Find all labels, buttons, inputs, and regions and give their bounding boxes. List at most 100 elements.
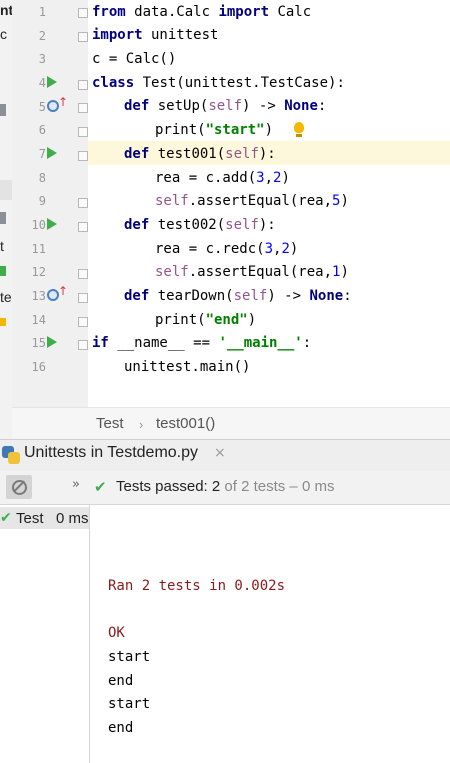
keyword: import bbox=[92, 27, 143, 43]
keyword: def bbox=[124, 146, 150, 162]
line-number: 1 bbox=[38, 5, 46, 19]
code-line-8[interactable]: rea = c.add(3,2) bbox=[155, 168, 290, 188]
keyword: None bbox=[284, 98, 318, 114]
code-text: unittest.main() bbox=[124, 359, 251, 375]
string-literal: "end" bbox=[205, 312, 248, 328]
breadcrumb-item-method[interactable]: test001() bbox=[156, 415, 215, 432]
code-line-13[interactable]: def tearDown(self) -> None: bbox=[124, 286, 352, 306]
number-literal: 3 bbox=[264, 241, 274, 257]
self-param: self bbox=[155, 193, 189, 209]
test-tree-label[interactable]: Test bbox=[16, 510, 44, 527]
fold-marker-icon[interactable] bbox=[78, 32, 88, 42]
code-text: ) bbox=[281, 170, 290, 186]
run-class-icon[interactable] bbox=[47, 76, 57, 88]
line-number: 3 bbox=[38, 52, 46, 66]
run-test002-icon[interactable] bbox=[47, 218, 57, 230]
fold-marker-icon[interactable] bbox=[78, 293, 88, 303]
line-number: 16 bbox=[31, 360, 46, 374]
panel-icon-fragment bbox=[0, 104, 6, 116]
line-number: 4 bbox=[38, 76, 46, 90]
console-line: start bbox=[108, 696, 151, 712]
chevron-right-icon[interactable]: » bbox=[72, 477, 80, 492]
code-line-7[interactable]: def test001(self): bbox=[124, 144, 276, 164]
fold-marker-icon[interactable] bbox=[78, 222, 88, 232]
string-literal: '__main__' bbox=[218, 335, 303, 351]
line-number: 11 bbox=[31, 242, 46, 256]
code-text: setUp( bbox=[149, 98, 209, 114]
keyword: import bbox=[218, 4, 270, 20]
fold-marker-icon[interactable] bbox=[78, 127, 88, 137]
line-number: 5 bbox=[38, 100, 46, 114]
code-line-15[interactable]: if __name__ == '__main__': bbox=[92, 333, 311, 353]
run-test001-icon[interactable] bbox=[47, 147, 57, 159]
intention-bulb-icon[interactable] bbox=[294, 122, 304, 133]
code-text: unittest bbox=[142, 27, 219, 43]
code-text: tearDown( bbox=[149, 288, 234, 304]
keyword: if bbox=[92, 335, 109, 351]
code-line-4[interactable]: class Test(unittest.TestCase): bbox=[92, 73, 345, 93]
code-line-11[interactable]: rea = c.redc(3,2) bbox=[155, 239, 298, 259]
code-text: rea = c.redc( bbox=[155, 241, 265, 257]
line-number: 14 bbox=[31, 313, 46, 327]
fold-marker-icon[interactable] bbox=[78, 80, 88, 90]
fold-marker-icon[interactable] bbox=[78, 8, 88, 18]
stop-icon bbox=[12, 480, 27, 495]
code-text: test001( bbox=[149, 146, 226, 162]
code-text: Calc bbox=[269, 4, 312, 20]
line-number: 13 bbox=[31, 289, 46, 303]
panel-icon-fragment bbox=[0, 266, 6, 276]
self-param: self bbox=[233, 288, 268, 304]
breadcrumb-item-class[interactable]: Test bbox=[96, 415, 124, 432]
fold-marker-icon[interactable] bbox=[78, 103, 88, 113]
code-line-3[interactable]: c = Calc() bbox=[92, 49, 176, 69]
fold-marker-icon[interactable] bbox=[78, 340, 88, 350]
fold-marker-icon[interactable] bbox=[78, 269, 88, 279]
code-line-16[interactable]: unittest.main() bbox=[124, 357, 250, 377]
panel-selection-fragment bbox=[0, 180, 12, 200]
line-number: 6 bbox=[38, 123, 46, 137]
code-text: ) bbox=[340, 193, 349, 209]
self-param: self bbox=[155, 264, 189, 280]
fold-marker-icon[interactable] bbox=[78, 151, 88, 161]
close-icon[interactable]: × bbox=[214, 445, 226, 461]
keyword: class bbox=[92, 75, 135, 91]
code-text: test002( bbox=[149, 217, 226, 233]
code-text: : bbox=[317, 98, 327, 114]
code-text: ): bbox=[258, 146, 276, 162]
code-text: ) bbox=[289, 241, 299, 257]
code-line-12[interactable]: self.assertEqual(rea,1) bbox=[155, 262, 349, 282]
code-text: ) -> bbox=[267, 288, 310, 304]
fold-marker-icon[interactable] bbox=[78, 198, 88, 208]
console-line: end bbox=[108, 720, 134, 736]
run-main-icon[interactable] bbox=[47, 336, 57, 348]
code-line-14[interactable]: print("end") bbox=[155, 310, 256, 330]
fold-marker-icon[interactable] bbox=[78, 317, 88, 327]
code-text: ): bbox=[258, 217, 276, 233]
line-number: 7 bbox=[38, 147, 46, 161]
code-line-5[interactable]: def setUp(self) -> None: bbox=[124, 96, 326, 116]
code-text: ) bbox=[264, 122, 274, 138]
status-main: Tests passed: 2 bbox=[116, 478, 221, 495]
test-tree-time: 0 ms bbox=[56, 510, 89, 527]
code-text: : bbox=[343, 288, 352, 304]
code-text: print( bbox=[155, 122, 206, 138]
overrides-up-arrow-icon: ↑ bbox=[58, 95, 69, 109]
console-output[interactable] bbox=[90, 505, 450, 763]
line-number: 8 bbox=[38, 171, 46, 185]
console-line-ran: Ran 2 tests in 0.002s bbox=[108, 578, 286, 594]
code-line-9[interactable]: self.assertEqual(rea,5) bbox=[155, 191, 349, 211]
code-line-6[interactable]: print("start") bbox=[155, 120, 273, 140]
project-panel-edge: nti c t te bbox=[0, 0, 12, 440]
code-line-2[interactable]: import unittest bbox=[92, 25, 218, 45]
code-line-10[interactable]: def test002(self): bbox=[124, 215, 276, 235]
code-line-1[interactable]: from data.Calc import Calc bbox=[92, 2, 311, 22]
self-param: self bbox=[225, 146, 259, 162]
test-tree bbox=[0, 505, 90, 763]
line-number: 12 bbox=[31, 265, 46, 279]
tool-window-tab-title[interactable]: Unittests in Testdemo.py bbox=[24, 444, 198, 462]
code-text: c = Calc() bbox=[92, 51, 177, 67]
stop-button[interactable] bbox=[6, 475, 32, 499]
number-literal: 2 bbox=[281, 241, 290, 257]
keyword: from bbox=[92, 4, 126, 20]
line-number: 9 bbox=[38, 194, 46, 208]
